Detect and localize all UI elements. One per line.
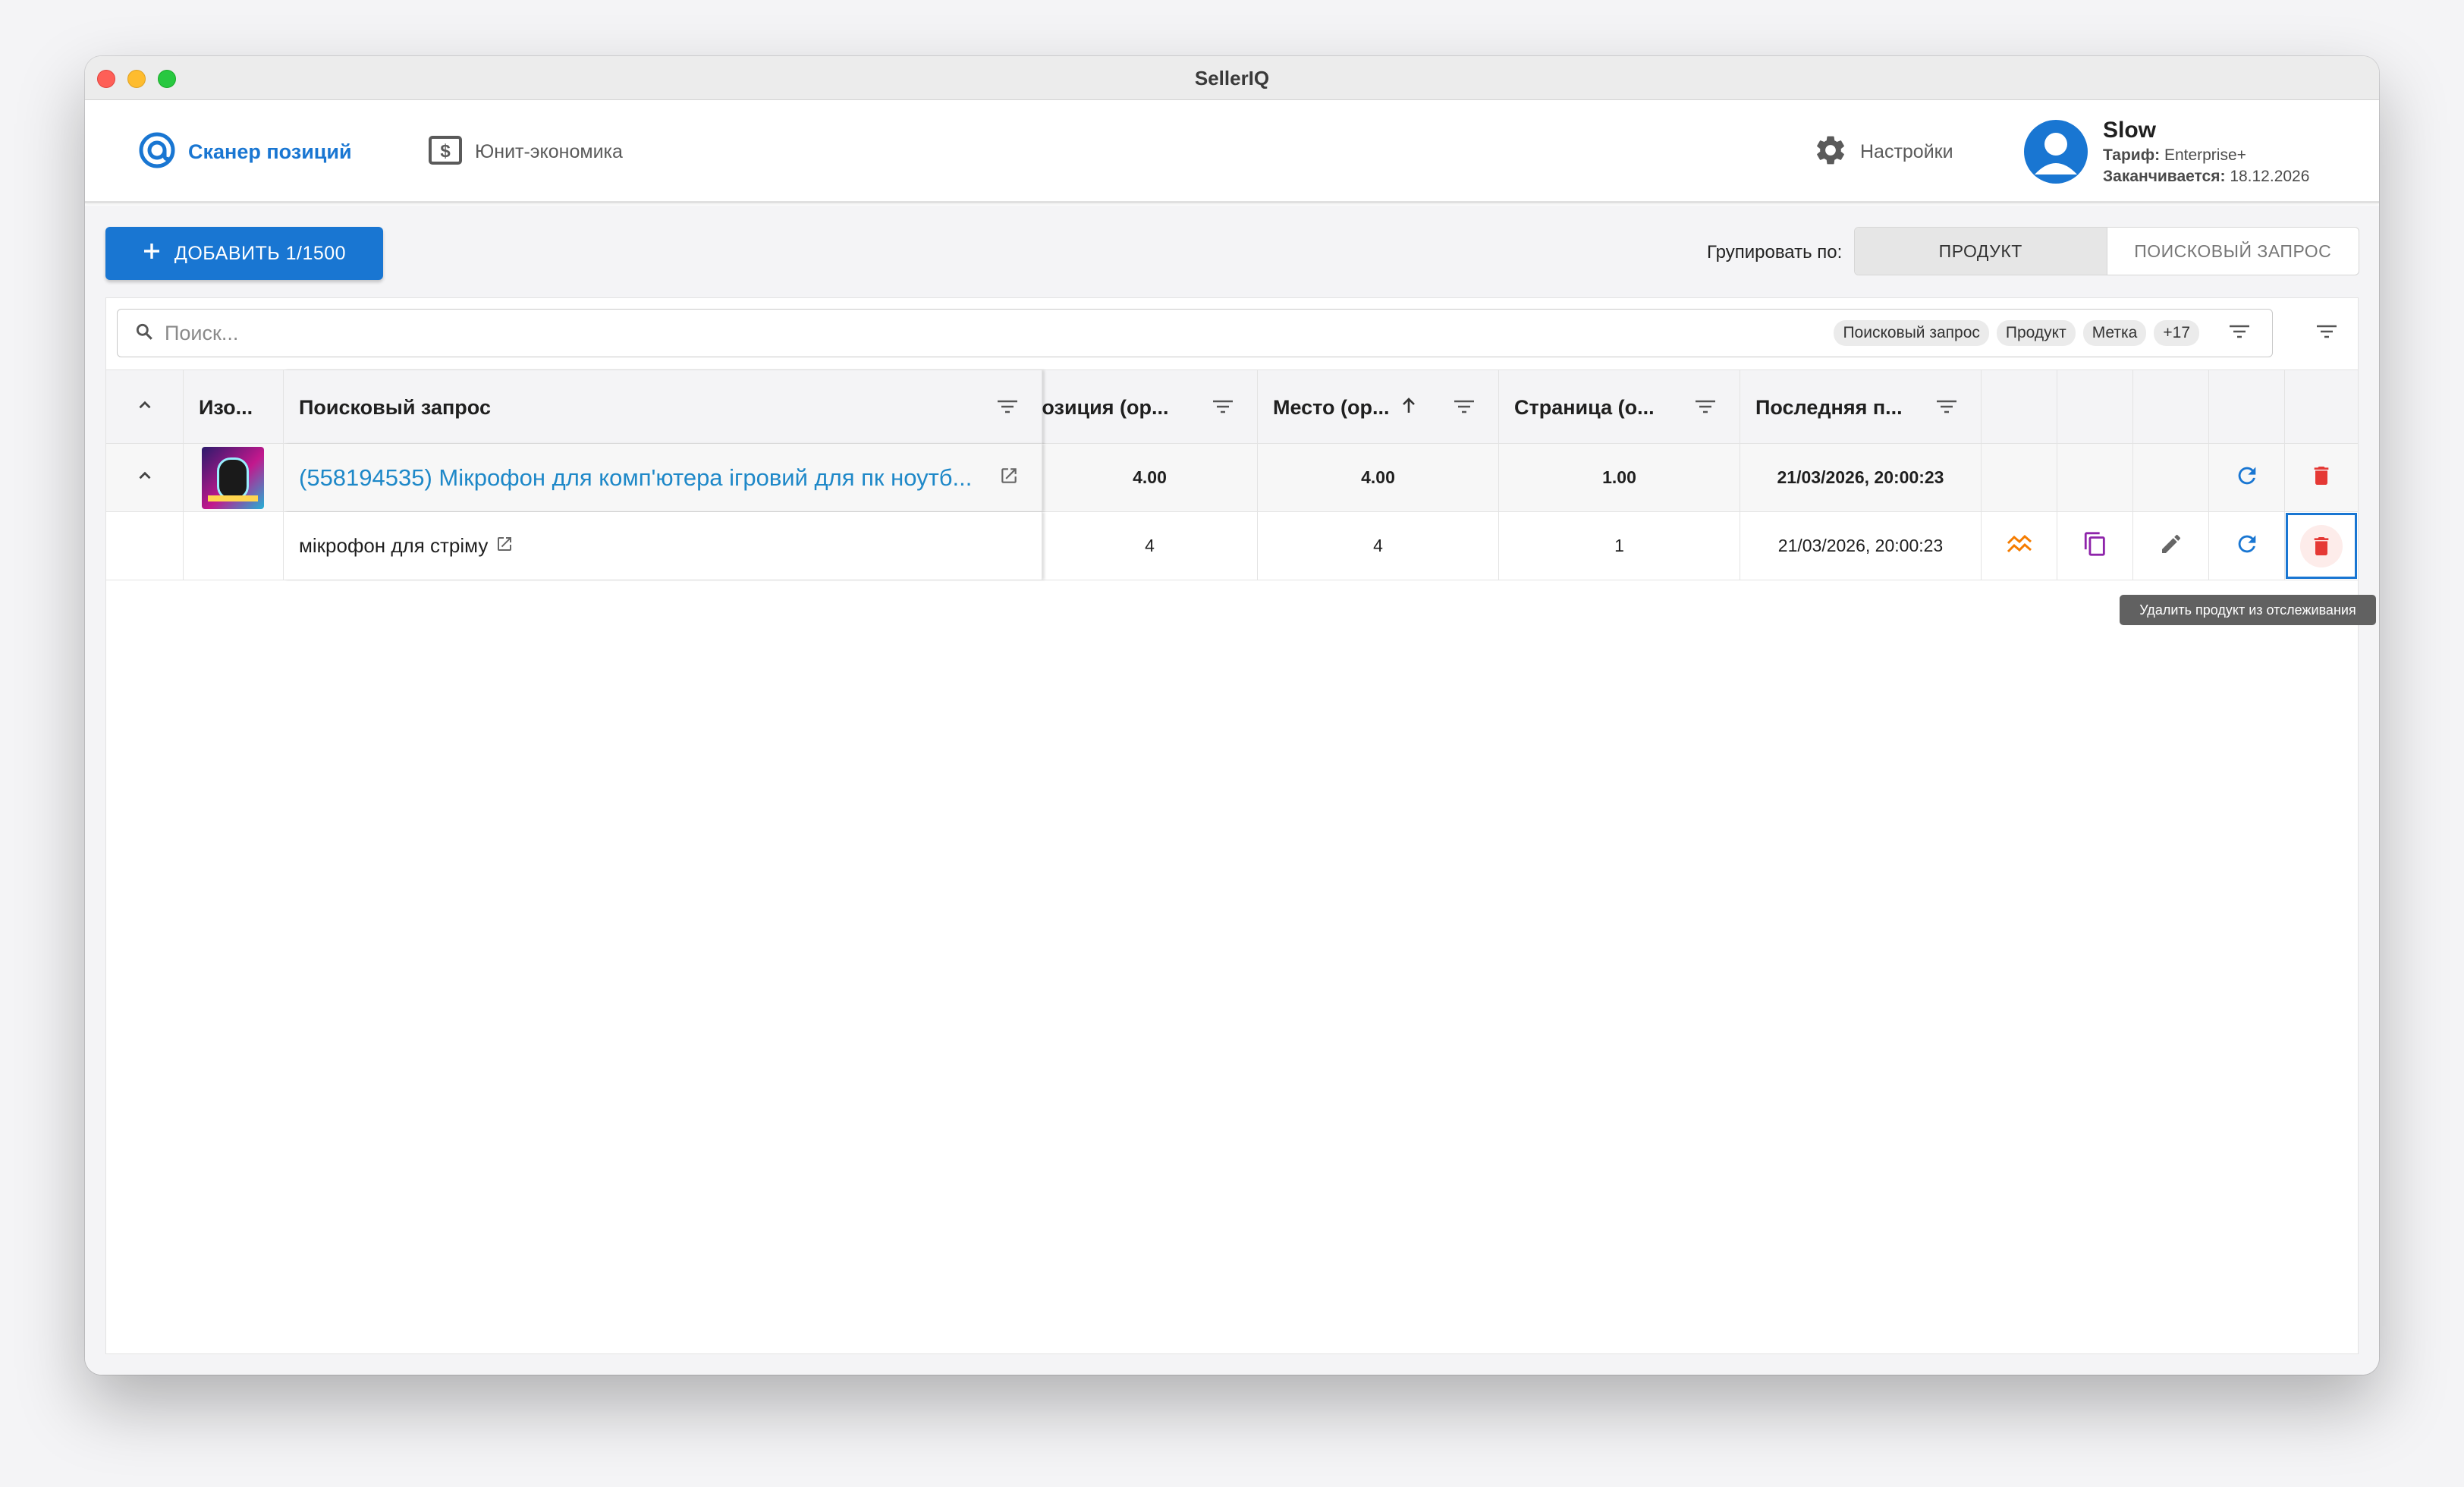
collapse-row-button[interactable] [106,444,184,511]
empty-cell [184,512,284,580]
header-last-check[interactable]: Последняя п... [1740,370,1982,445]
product-cell: (558194535) Мікрофон для комп'ютера ігро… [284,444,1042,511]
child-page: 1 [1499,512,1740,580]
group-by-toggle: ПРОДУКТ ПОИСКОВЫЙ ЗАПРОС [1854,227,2359,275]
group-option-product[interactable]: ПРОДУКТ [1855,228,2107,275]
edit-button[interactable] [2133,512,2209,580]
trash-icon [2300,524,2343,567]
dollar-icon: $ [428,135,463,169]
search-chips: Поисковый запрос Продукт Метка +17 [1834,320,2251,346]
table-row-child: мікрофон для стріму 4 4 1 21/03/2026, 20… [106,512,2358,580]
group-last-check: 21/03/2026, 20:00:23 [1740,444,1982,511]
search-input[interactable] [165,321,1834,345]
search-filter-icon[interactable] [2228,324,2251,343]
refresh-icon [2234,531,2260,561]
group-position: 4.00 [1042,444,1258,511]
user-avatar-icon [2024,120,2088,184]
empty-cell [2133,444,2209,511]
filter-icon[interactable] [1935,396,1958,420]
table-row-group: (558194535) Мікрофон для комп'ютера ігро… [106,444,2358,512]
chip-more[interactable]: +17 [2154,320,2199,346]
nav-unit-label: Юнит-экономика [475,140,623,162]
group-delete-button[interactable] [2285,444,2358,511]
search-icon [134,322,154,345]
external-link-icon[interactable] [999,466,1019,490]
title-bar: SellerIQ [85,56,2379,100]
header-page[interactable]: Страница (о... [1499,370,1740,445]
header-action-1 [1982,370,2057,445]
copy-icon [2082,530,2108,562]
group-refresh-button[interactable] [2209,444,2285,511]
chart-button[interactable] [1982,512,2057,580]
nav-unit-economics[interactable]: $ Юнит-экономика [428,100,623,203]
chip-query[interactable]: Поисковый запрос [1834,320,1989,346]
edit-icon [2159,532,2183,561]
external-link-icon[interactable] [495,535,514,558]
copy-button[interactable] [2057,512,2133,580]
chip-tag[interactable]: Метка [2082,320,2147,346]
header-image[interactable]: Изо... [184,370,284,445]
child-refresh-button[interactable] [2209,512,2285,580]
add-button[interactable]: ДОБАВИТЬ 1/1500 [105,227,383,280]
user-tariff: Тариф: Enterprise+ [2103,146,2246,164]
nav-settings-label: Настройки [1860,140,1953,162]
query-text[interactable]: мікрофон для стріму [299,534,488,558]
svg-text:$: $ [440,141,451,162]
chevron-up-icon [135,466,155,490]
child-delete-button[interactable] [2285,512,2358,580]
collapse-all-button[interactable] [106,370,184,445]
child-position: 4 [1042,512,1258,580]
grid-filter-icon[interactable] [2315,324,2338,343]
user-name: Slow [2103,118,2157,143]
filter-icon[interactable] [1453,396,1476,420]
header-action-3 [2133,370,2209,445]
table-header: Изо... Поисковый запрос Позиция (ор... М… [106,369,2358,445]
chip-product[interactable]: Продукт [1996,320,2076,346]
filter-icon[interactable] [1212,396,1234,420]
gear-icon [1813,133,1848,171]
delete-tooltip: Удалить продукт из отслеживания [2120,595,2376,625]
nav-scanner-label: Сканер позиций [188,140,352,163]
header-action-5 [2285,370,2358,445]
product-thumbnail[interactable] [202,446,264,509]
app-window: SellerIQ Сканер позиций $ Юнит-экономика [85,56,2379,1375]
empty-cell [106,512,184,580]
trash-icon [2309,464,2334,492]
data-grid: Поисковый запрос Продукт Метка +17 [105,297,2359,1354]
window-title: SellerIQ [1194,67,1270,90]
child-place: 4 [1258,512,1499,580]
chart-icon [2006,533,2033,560]
child-last-check: 21/03/2026, 20:00:23 [1740,512,1982,580]
empty-cell [1982,444,2057,511]
header-query[interactable]: Поисковый запрос [284,370,1042,445]
sort-up-icon [1400,396,1417,420]
user-profile[interactable]: Slow Тариф: Enterprise+ Заканчивается: 1… [2024,114,2309,190]
group-page: 1.00 [1499,444,1740,511]
query-cell: мікрофон для стріму [284,512,1042,580]
group-option-query[interactable]: ПОИСКОВЫЙ ЗАПРОС [2107,228,2359,275]
user-expires: Заканчивается: 18.12.2026 [2103,168,2310,185]
header-position[interactable]: Позиция (ор... [1042,370,1258,445]
app-header: Сканер позиций $ Юнит-экономика Настройк… [85,100,2379,203]
main-content: ДОБАВИТЬ 1/1500 Групировать по: ПРОДУКТ … [85,206,2379,1375]
header-action-4 [2209,370,2285,445]
search-bar: Поисковый запрос Продукт Метка +17 [117,309,2273,357]
chevron-up-icon [135,395,155,420]
filter-icon[interactable] [1694,396,1717,420]
plus-icon [143,242,161,266]
group-by-label: Групировать по: [1707,242,1843,263]
product-link[interactable]: (558194535) Мікрофон для комп'ютера ігро… [299,464,972,492]
header-place[interactable]: Место (ор... [1258,370,1499,445]
scanner-icon [138,131,176,173]
nav-scanner[interactable]: Сканер позиций [138,100,352,203]
filter-icon[interactable] [996,396,1019,420]
group-place: 4.00 [1258,444,1499,511]
empty-cell [2057,444,2133,511]
refresh-icon [2234,463,2260,493]
header-action-2 [2057,370,2133,445]
nav-settings[interactable]: Настройки [1813,100,1953,203]
product-image-cell [184,444,284,511]
add-button-label: ДОБАВИТЬ 1/1500 [174,242,347,264]
